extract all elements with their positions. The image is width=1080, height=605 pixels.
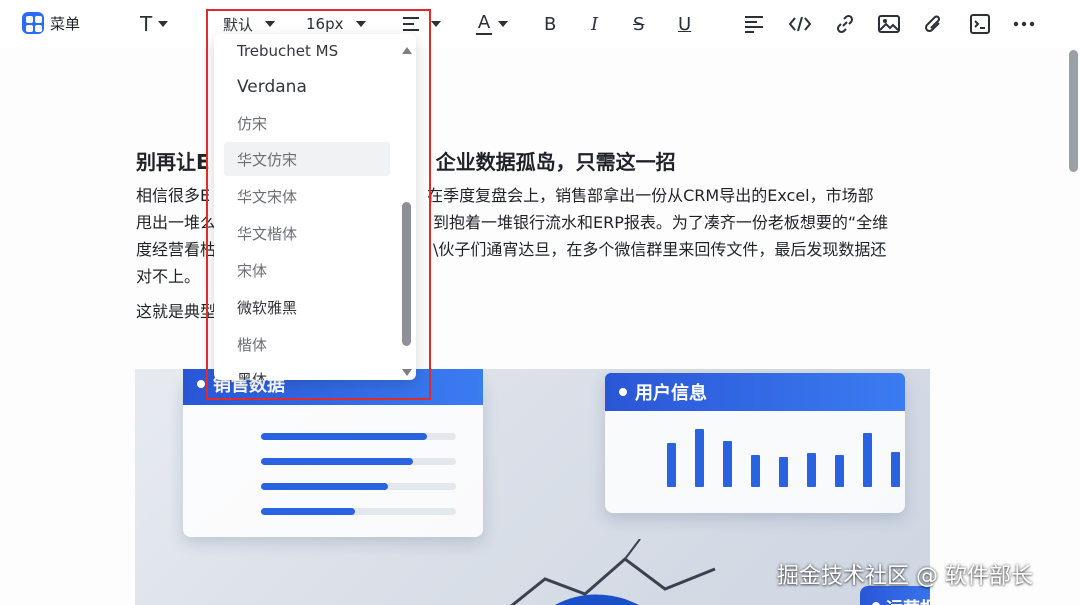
code-block-button[interactable] — [970, 10, 990, 38]
user-bar — [807, 453, 816, 487]
bullet-icon — [197, 380, 205, 388]
font-family-dropdown: Trebuchet MS Verdana 仿宋 华文仿宋 华文宋体 华文楷体 宋体 微软雅黑楷… — [214, 34, 416, 380]
menu-grid-icon — [22, 12, 44, 34]
paragraph-line: 对不上。 — [136, 267, 201, 286]
font-option[interactable]: Verdana — [224, 70, 390, 104]
sales-bar — [261, 507, 355, 515]
user-bar — [667, 443, 676, 487]
strikethrough-button[interactable]: S — [633, 10, 644, 38]
editor-toolbar: 菜单 T 默认 16px A B I S U — [0, 0, 1080, 48]
menu-label: 菜单 — [50, 14, 81, 33]
sales-bar — [261, 482, 388, 490]
link-button[interactable] — [835, 10, 855, 38]
user-bar — [751, 455, 760, 487]
scroll-up-arrow-icon[interactable] — [402, 47, 412, 54]
sales-bar-track — [261, 507, 456, 515]
sales-bar — [261, 432, 427, 440]
attachment-button[interactable] — [924, 10, 944, 38]
underline-icon: U — [678, 13, 692, 35]
font-option[interactable]: 仿宋 — [224, 106, 390, 140]
user-card-title: 用户信息 — [635, 383, 707, 404]
dropdown-scrollbar-thumb[interactable] — [402, 202, 411, 346]
chevron-down-icon — [265, 21, 276, 27]
more-button[interactable] — [1013, 10, 1035, 38]
user-bar — [779, 456, 788, 487]
user-info-card: 用户信息 — [605, 373, 905, 513]
image-button[interactable] — [878, 10, 900, 38]
link-icon — [836, 14, 854, 34]
attachment-icon — [924, 15, 940, 33]
user-bar — [891, 451, 900, 487]
text-style-button[interactable]: T — [140, 10, 169, 38]
watermark: 掘金技术社区 @ 软件部长 — [777, 564, 1033, 589]
sales-bar-track — [261, 482, 456, 490]
page-scrollbar[interactable] — [1069, 50, 1078, 172]
font-option[interactable]: 华文仿宋 — [224, 142, 390, 176]
chevron-down-icon — [355, 21, 366, 27]
font-option[interactable]: 宋体 — [224, 253, 390, 287]
font-option[interactable]: 华文宋体 — [224, 179, 390, 213]
font-color-icon: A — [476, 11, 492, 35]
chevron-down-icon — [431, 21, 441, 27]
chevron-down-icon — [158, 21, 169, 27]
sales-bar-track — [261, 432, 456, 440]
code-icon — [789, 16, 811, 32]
font-family-value: 默认 — [223, 15, 254, 34]
more-icon — [1013, 21, 1035, 27]
sales-bar — [261, 457, 414, 465]
user-bar — [835, 455, 844, 487]
font-color-button[interactable]: A — [476, 10, 508, 38]
chevron-down-icon — [498, 21, 508, 27]
bold-button[interactable]: B — [544, 10, 556, 38]
ops-card-title: 运营报 — [886, 594, 930, 605]
code-block-icon — [970, 14, 990, 34]
align-icon — [403, 17, 419, 31]
crack-graphic — [510, 539, 716, 605]
text-style-icon: T — [140, 12, 153, 36]
image-icon — [878, 15, 900, 33]
scroll-down-arrow-icon[interactable] — [402, 369, 412, 376]
sales-data-card: 销售数据 — [183, 369, 483, 537]
paragraph-format-button[interactable] — [745, 10, 765, 38]
user-card-header: 用户信息 — [605, 373, 905, 411]
underline-button[interactable]: U — [678, 10, 691, 38]
user-bar — [695, 429, 704, 487]
font-option[interactable]: 楷体 — [224, 327, 390, 361]
font-size-value: 16px — [306, 15, 344, 33]
bold-icon: B — [544, 13, 557, 35]
menu-button[interactable]: 菜单 — [22, 12, 80, 34]
sales-bar-track — [261, 457, 456, 465]
bullet-icon — [619, 388, 627, 396]
user-bar — [723, 440, 732, 487]
italic-icon: I — [591, 13, 599, 35]
font-option[interactable]: Trebuchet MS — [224, 34, 390, 68]
italic-button[interactable]: I — [591, 10, 598, 38]
user-bar — [863, 432, 872, 487]
paragraph-line: 这就是典型 — [136, 302, 217, 321]
strikethrough-icon: S — [633, 13, 645, 35]
paragraph-format-icon — [745, 16, 763, 33]
font-option[interactable]: 华文楷体 — [224, 216, 390, 250]
font-option[interactable]: 黑体 — [224, 362, 390, 381]
font-option[interactable]: 微软雅黑 — [224, 290, 390, 324]
code-button[interactable] — [789, 10, 811, 38]
